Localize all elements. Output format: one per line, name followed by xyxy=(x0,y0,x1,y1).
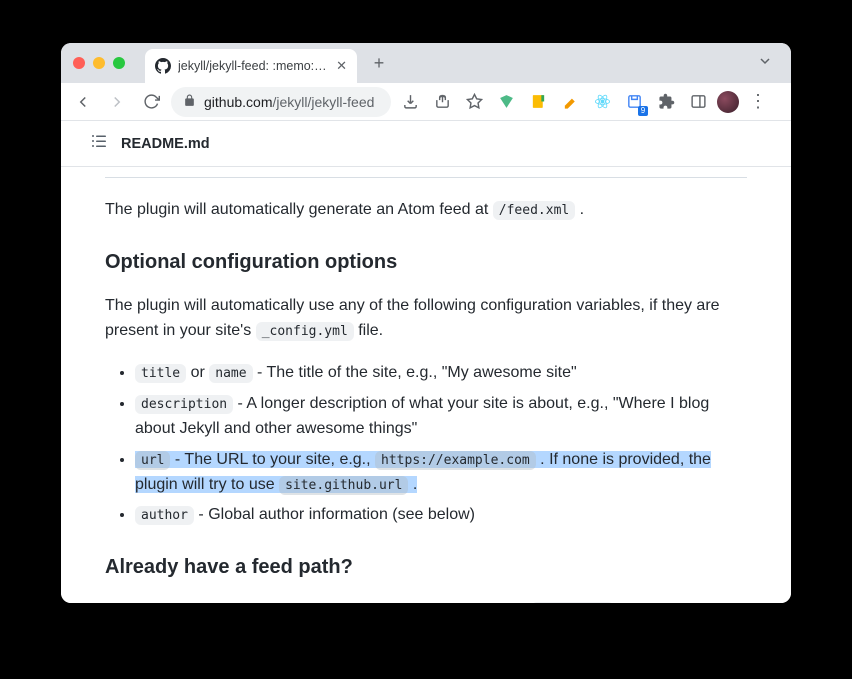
close-window-button[interactable] xyxy=(73,57,85,69)
browser-window: jekyll/jekyll-feed: :memo: A Jek ✕ + git… xyxy=(61,43,791,603)
heading-already-feed: Already have a feed path? xyxy=(105,552,747,583)
reload-button[interactable] xyxy=(137,88,165,116)
new-tab-button[interactable]: + xyxy=(365,49,393,77)
code-author: author xyxy=(135,506,194,525)
heading-optional-config: Optional configuration options xyxy=(105,247,747,278)
code-example-url: https://example.com xyxy=(375,451,536,470)
extension-save-icon[interactable] xyxy=(621,89,647,115)
minimize-window-button[interactable] xyxy=(93,57,105,69)
file-header: README.md xyxy=(61,121,791,167)
browser-menu-button[interactable]: ⋮ xyxy=(745,91,771,112)
code-name: name xyxy=(209,364,252,383)
maximize-window-button[interactable] xyxy=(113,57,125,69)
code-description: description xyxy=(135,395,233,414)
back-button[interactable] xyxy=(69,88,97,116)
profile-avatar[interactable] xyxy=(717,91,739,113)
list-item: author - Global author information (see … xyxy=(135,503,747,528)
code-feedxml: /feed.xml xyxy=(493,201,575,220)
readme-body: The plugin will automatically generate a… xyxy=(61,167,791,603)
forward-button[interactable] xyxy=(103,88,131,116)
code-configyml: _config.yml xyxy=(256,322,354,341)
extension-note-icon[interactable] xyxy=(525,89,551,115)
code-feedxml2: /feed.xml xyxy=(531,602,613,603)
address-bar[interactable]: github.com/jekyll/jekyll-feed xyxy=(171,87,391,117)
list-icon[interactable] xyxy=(91,133,107,154)
list-item: url - The URL to your site, e.g., https:… xyxy=(135,448,747,498)
browser-toolbar: github.com/jekyll/jekyll-feed xyxy=(61,83,791,121)
lock-icon xyxy=(183,94,196,110)
url-text: github.com/jekyll/jekyll-feed xyxy=(204,94,374,110)
sidepanel-icon[interactable] xyxy=(685,89,711,115)
extensions-puzzle-icon[interactable] xyxy=(653,89,679,115)
file-name: README.md xyxy=(121,136,210,152)
window-controls xyxy=(73,57,125,69)
feed-path-paragraph: Do you already have an existing feed som… xyxy=(105,599,747,603)
share-icon[interactable] xyxy=(429,89,455,115)
list-item: title or name - The title of the site, e… xyxy=(135,361,747,386)
github-favicon xyxy=(155,58,171,74)
code-url: url xyxy=(135,451,170,470)
close-tab-button[interactable]: ✕ xyxy=(336,58,347,74)
extension-react-icon[interactable] xyxy=(589,89,615,115)
tabs-dropdown-button[interactable] xyxy=(751,50,779,76)
divider xyxy=(105,177,747,178)
intro-paragraph: The plugin will automatically generate a… xyxy=(105,198,747,223)
browser-tab[interactable]: jekyll/jekyll-feed: :memo: A Jek ✕ xyxy=(145,49,357,83)
list-item: description - A longer description of wh… xyxy=(135,392,747,442)
code-site-github-url: site.github.url xyxy=(279,476,408,495)
config-list: title or name - The title of the site, e… xyxy=(105,361,747,528)
bookmark-star-icon[interactable] xyxy=(461,89,487,115)
extension-marker-icon[interactable] xyxy=(557,89,583,115)
config-paragraph: The plugin will automatically use any of… xyxy=(105,294,747,344)
code-title: title xyxy=(135,364,186,383)
extension-vue-icon[interactable] xyxy=(493,89,519,115)
tab-title: jekyll/jekyll-feed: :memo: A Jek xyxy=(178,59,329,73)
page-content: README.md The plugin will automatically … xyxy=(61,121,791,603)
titlebar: jekyll/jekyll-feed: :memo: A Jek ✕ + xyxy=(61,43,791,83)
download-icon[interactable] xyxy=(397,89,423,115)
